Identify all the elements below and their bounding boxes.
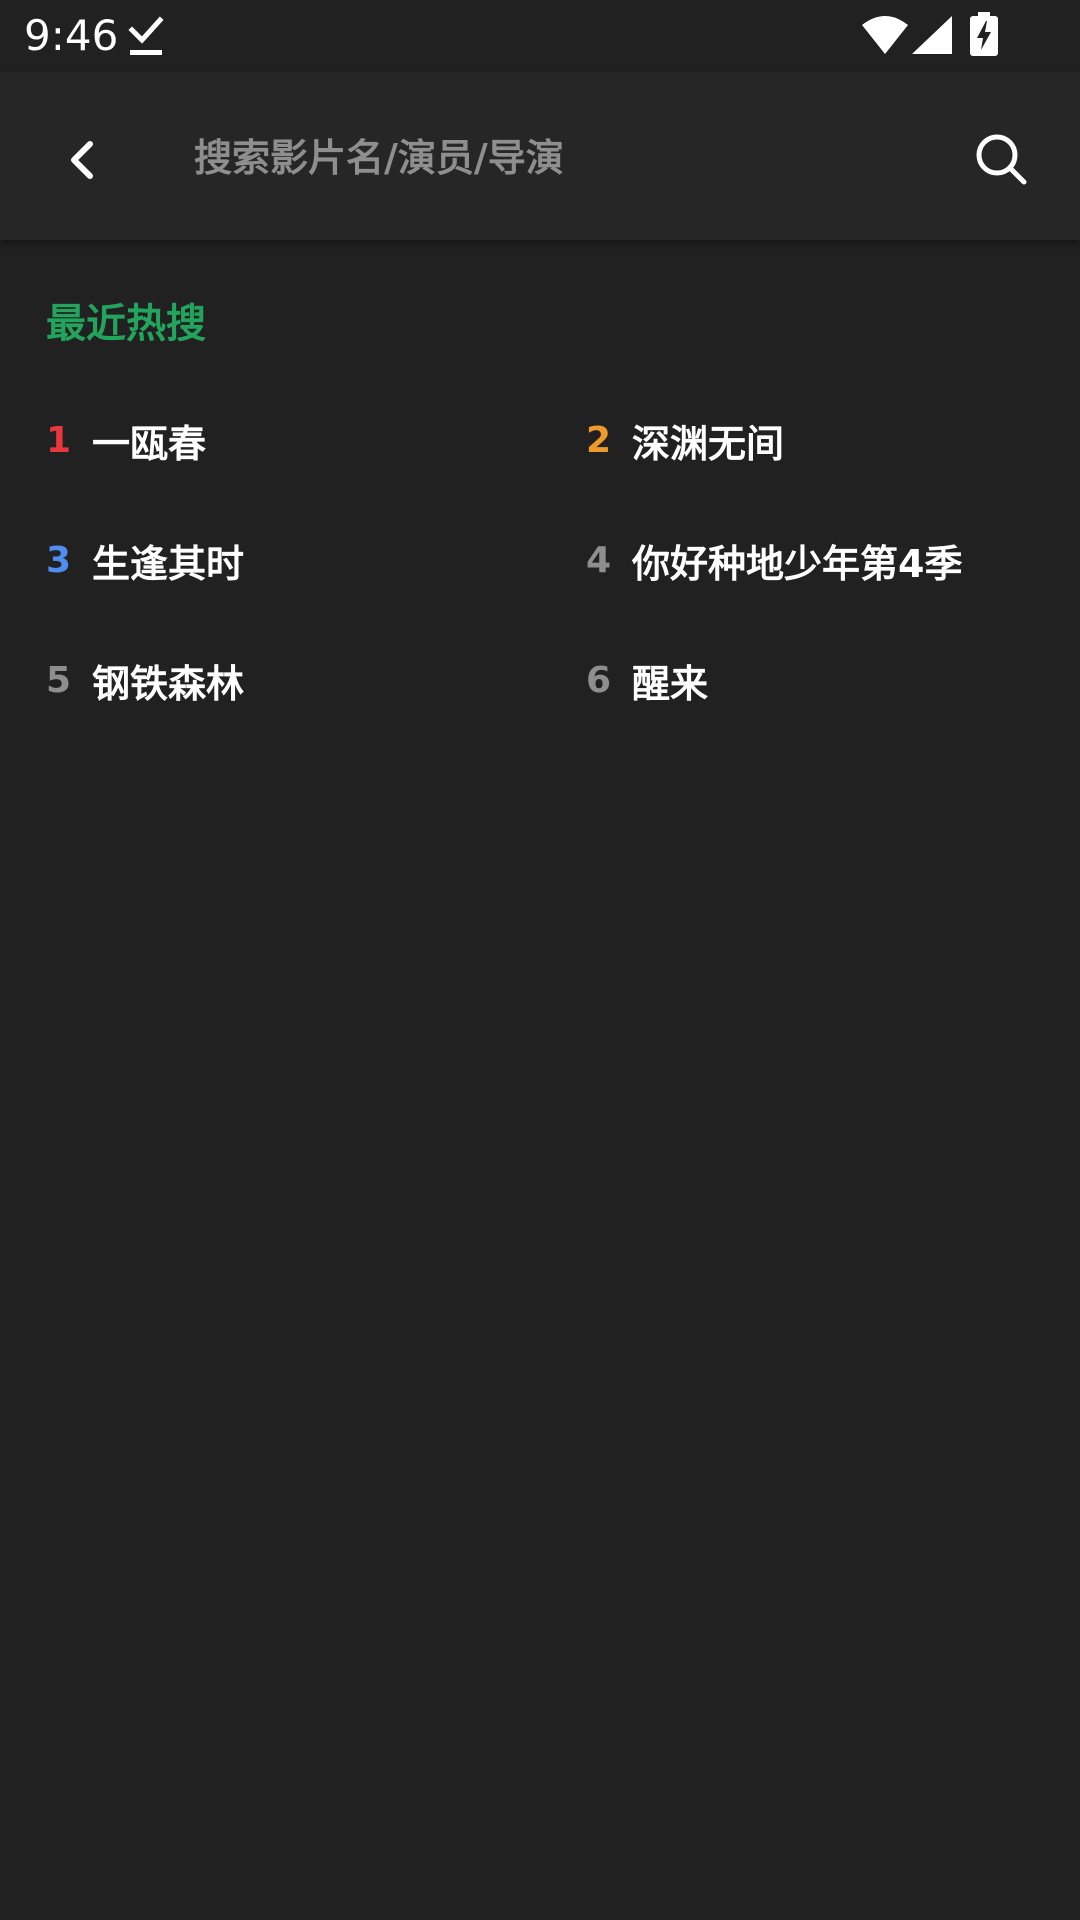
search-header [0, 72, 1080, 240]
hot-search-item[interactable]: 6 醒来 [586, 640, 708, 720]
signal-icon [912, 16, 952, 54]
hot-search-title: 最近热搜 [46, 301, 206, 347]
status-bar: 9:46 [0, 0, 1080, 72]
hot-search-label: 生逢其时 [92, 541, 245, 586]
hot-search-label: 醒来 [632, 661, 709, 706]
search-icon [976, 134, 1027, 185]
hot-search-item[interactable]: 3 生逢其时 [46, 520, 244, 600]
hot-search-item[interactable]: 5 钢铁森林 [46, 640, 244, 720]
hot-search-label: 一瓯春 [92, 421, 207, 466]
hot-search-rank: 4 [586, 539, 612, 581]
search-button[interactable] [960, 118, 1044, 202]
search-input[interactable] [192, 116, 932, 200]
download-done-icon [128, 16, 164, 55]
hot-search-rank: 3 [46, 539, 72, 581]
hot-search-label: 你好种地少年第4季 [632, 541, 963, 586]
hot-search-item[interactable]: 4 你好种地少年第4季 [586, 520, 962, 600]
battery-charging-icon [970, 12, 998, 56]
hot-search-rank: 5 [46, 659, 72, 701]
hot-search-label: 深渊无间 [632, 421, 785, 466]
hot-search-rank: 6 [586, 659, 612, 701]
chevron-left-icon [71, 141, 93, 179]
hot-search-label: 钢铁森林 [92, 661, 245, 706]
hot-search-item[interactable]: 1 一瓯春 [46, 400, 206, 480]
hot-search-item[interactable]: 2 深渊无间 [586, 400, 784, 480]
wifi-icon [862, 16, 908, 54]
back-button[interactable] [40, 118, 124, 202]
hot-search-rank: 1 [46, 419, 72, 461]
status-time: 9:46 [24, 11, 119, 60]
hot-search-rank: 2 [586, 419, 612, 461]
